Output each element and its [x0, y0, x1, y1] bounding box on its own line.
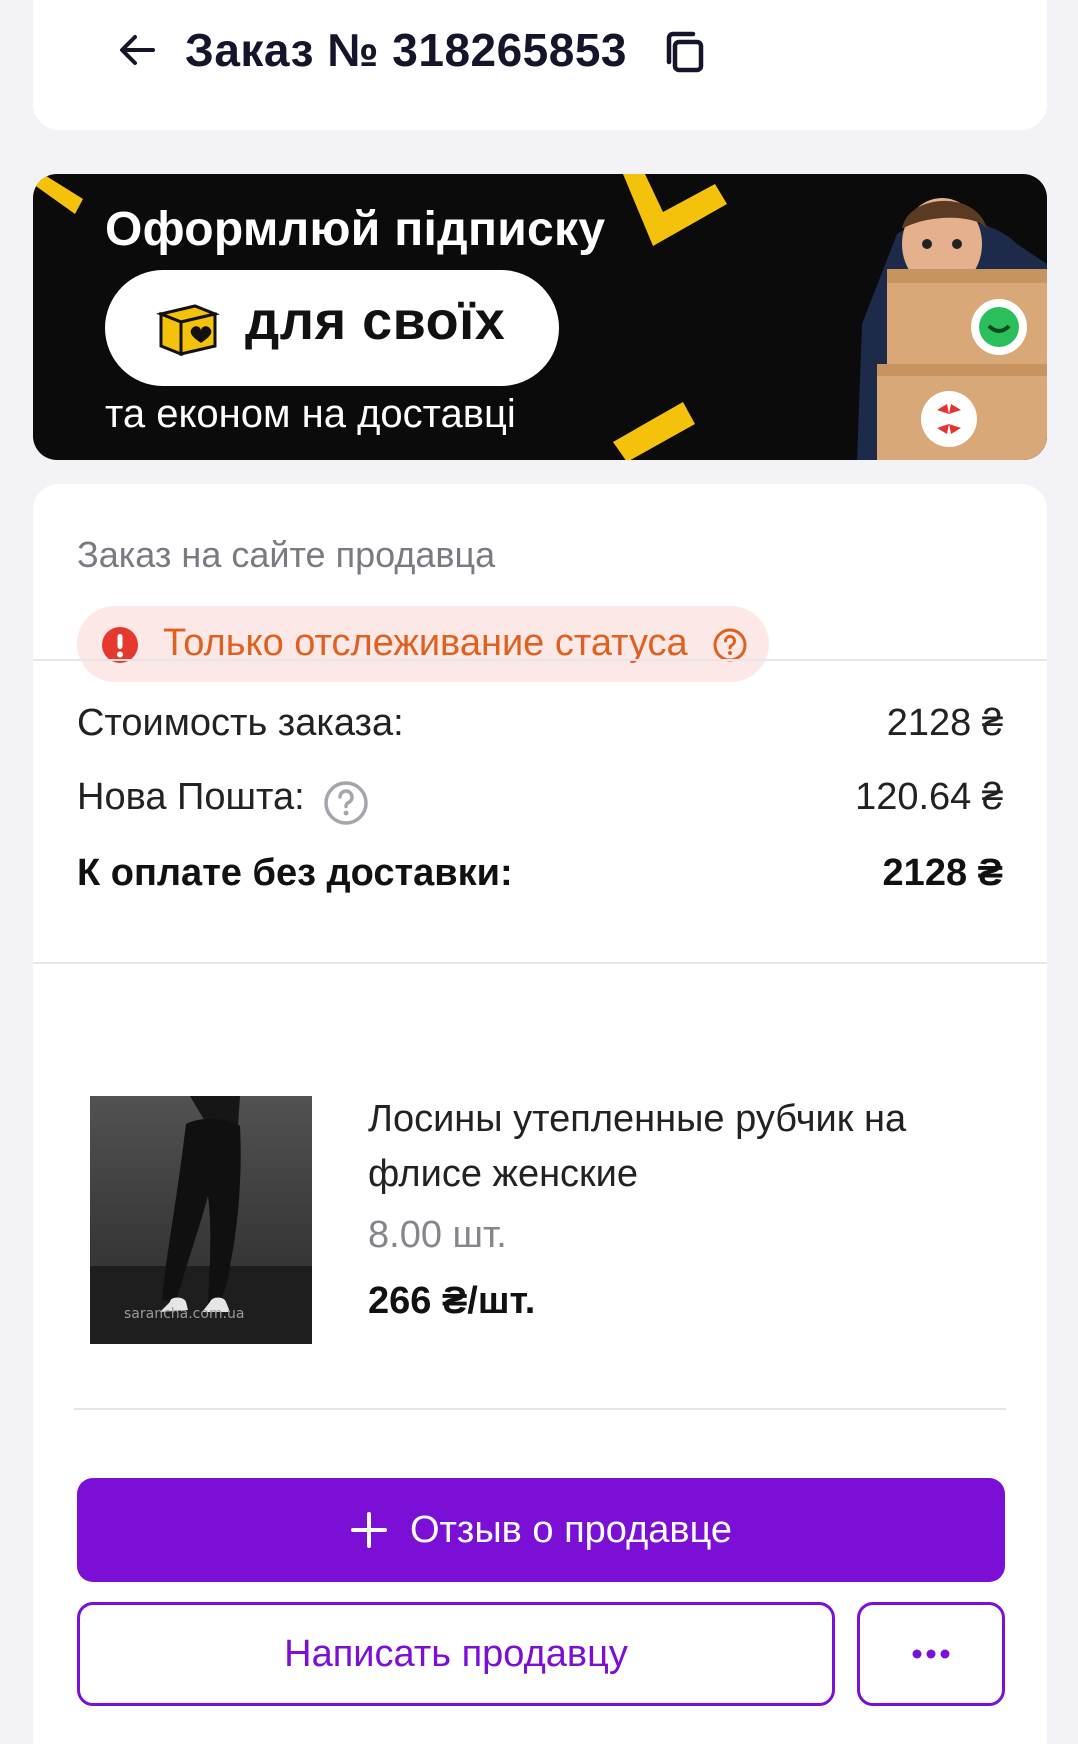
banner-headline: Оформлюй підписку — [105, 203, 606, 256]
total-value: 2128 ₴ — [882, 852, 1003, 894]
seller-site-label: Заказ на сайте продавца — [77, 534, 496, 575]
total-row: К оплате без доставки: 2128 ₴ — [77, 852, 1003, 902]
plus-icon — [350, 1512, 387, 1548]
order-cost-value: 2128 ₴ — [886, 702, 1003, 744]
order-title: Заказ № 318265853 — [185, 24, 628, 76]
person-with-boxes-illustration — [857, 198, 1047, 460]
order-details-card: Заказ на сайте продавца Только отслежива… — [33, 484, 1047, 1744]
order-header: Заказ № 318265853 — [33, 0, 1047, 130]
back-arrow-icon[interactable] — [115, 28, 159, 72]
banner-pill: для своїх — [105, 270, 559, 386]
help-circle-icon[interactable] — [323, 780, 369, 826]
product-price: 266 ₴/шт. — [368, 1280, 536, 1322]
nova-poshta-value: 120.64 ₴ — [855, 776, 1003, 818]
yellow-chevron-decoration — [33, 174, 83, 214]
product-image[interactable]: saranchа.com.ua — [90, 1096, 312, 1344]
subscription-promo-banner[interactable]: Оформлюй підписку для своїх та економ на… — [33, 174, 1047, 460]
order-cost-row: Стоимость заказа: 2128 ₴ — [77, 702, 1003, 752]
product-quantity: 8.00 шт. — [368, 1214, 507, 1256]
message-seller-button[interactable]: Написать продавцу — [77, 1602, 835, 1706]
total-label: К оплате без доставки: — [77, 852, 513, 894]
nova-poshta-label: Нова Пошта: — [77, 776, 305, 818]
nova-poshta-row: Нова Пошта: 120.64 ₴ — [77, 776, 1003, 826]
help-circle-icon[interactable] — [713, 628, 747, 662]
message-seller-label: Написать продавцу — [284, 1632, 628, 1675]
status-badge: Только отслеживание статуса — [77, 606, 769, 682]
more-dots-icon — [912, 1649, 950, 1659]
order-cost-label: Стоимость заказа: — [77, 702, 404, 744]
leggings-photo: saranchа.com.ua — [90, 1096, 312, 1344]
review-seller-button[interactable]: Отзыв о продавце — [77, 1478, 1005, 1582]
banner-pill-text: для своїх — [245, 291, 506, 351]
divider — [33, 962, 1047, 964]
review-seller-label: Отзыв о продавце — [409, 1508, 733, 1551]
copy-icon[interactable] — [661, 28, 709, 76]
divider — [33, 659, 1047, 661]
divider — [74, 1408, 1006, 1410]
image-watermark: saranchа.com.ua — [124, 1306, 244, 1322]
banner-subtitle: та економ на доставці — [105, 392, 516, 436]
more-options-button[interactable] — [857, 1602, 1005, 1706]
product-name[interactable]: Лосины утепленные рубчик на флисе женски… — [368, 1092, 968, 1202]
gift-box-icon — [156, 304, 220, 357]
